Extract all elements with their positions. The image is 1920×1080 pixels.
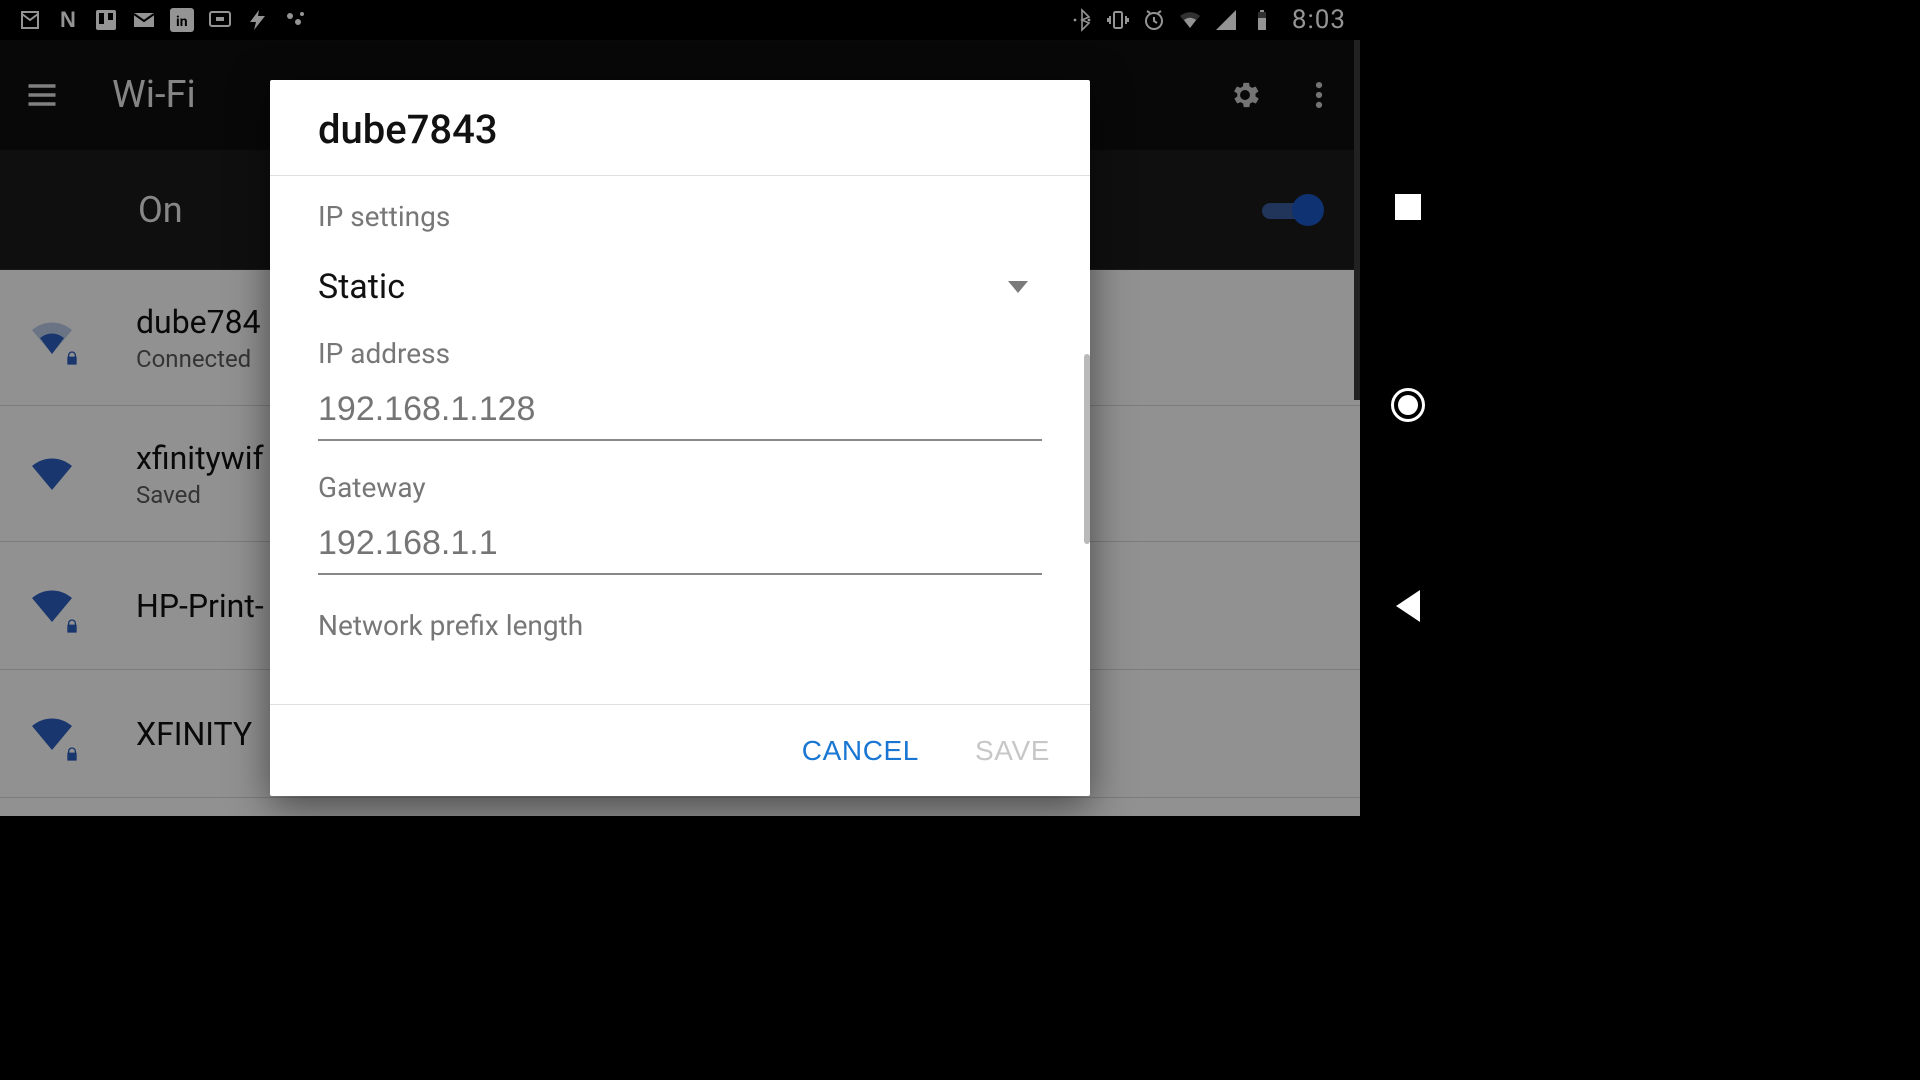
lock-icon xyxy=(64,746,80,762)
hamburger-icon[interactable] xyxy=(24,77,60,113)
dialog-body: IP settings Static IP address Gateway Ne… xyxy=(270,176,1090,704)
cancel-button[interactable]: CANCEL xyxy=(794,725,927,777)
bluetooth-icon xyxy=(1070,8,1094,32)
nav-home-button[interactable] xyxy=(1391,388,1425,422)
ip-address-input[interactable] xyxy=(318,390,1042,441)
wifi-signal-icon xyxy=(28,582,76,630)
wifi-ssid: dube784 xyxy=(136,303,261,341)
gear-icon[interactable] xyxy=(1228,78,1262,112)
nav-recents-button[interactable] xyxy=(1395,194,1421,220)
wifi-status: Connected xyxy=(136,345,261,373)
page-title: Wi-Fi xyxy=(112,73,196,117)
gmail-icon xyxy=(18,8,42,32)
phone-screen: N in 8:03 Wi-Fi On xyxy=(0,0,1360,816)
wifi-status: Saved xyxy=(136,481,264,509)
cell-signal-icon xyxy=(1214,8,1238,32)
lock-icon xyxy=(64,350,80,366)
ip-settings-select[interactable]: Static xyxy=(318,267,1042,307)
trello-icon xyxy=(94,8,118,32)
gateway-input[interactable] xyxy=(318,524,1042,575)
flash-icon xyxy=(246,8,270,32)
wifi-ssid: xfinitywif xyxy=(136,439,264,477)
battery-icon xyxy=(1250,8,1274,32)
chevron-down-icon xyxy=(1008,281,1028,293)
ip-settings-label: IP settings xyxy=(318,200,1042,233)
wifi-ssid: HP-Print- xyxy=(136,587,264,625)
wifi-ssid: XFINITY xyxy=(136,715,252,753)
system-nav-bar xyxy=(1360,0,1456,816)
nav-back-button[interactable] xyxy=(1396,590,1420,622)
kebab-icon[interactable] xyxy=(1302,78,1336,112)
wifi-toggle-label: On xyxy=(138,189,183,231)
mail-icon xyxy=(132,8,156,32)
netflix-icon: N xyxy=(56,8,80,32)
status-clock: 8:03 xyxy=(1292,5,1346,35)
lock-icon xyxy=(64,618,80,634)
wifi-status-icon xyxy=(1178,8,1202,32)
ip-address-label: IP address xyxy=(318,337,1042,370)
ip-settings-value: Static xyxy=(318,267,405,307)
wifi-signal-icon xyxy=(28,450,76,498)
dialog-title: dube7843 xyxy=(270,80,1090,176)
alarm-icon xyxy=(1142,8,1166,32)
prefix-length-label: Network prefix length xyxy=(318,609,1042,642)
svg-text:in: in xyxy=(176,14,188,30)
wifi-toggle-switch[interactable] xyxy=(1262,190,1332,230)
dialog-actions: CANCEL SAVE xyxy=(270,704,1090,796)
wifi-signal-icon xyxy=(28,710,76,758)
dialog-scrollbar[interactable] xyxy=(1084,354,1090,544)
linkedin-icon: in xyxy=(170,8,194,32)
cast-icon xyxy=(208,8,232,32)
wifi-signal-icon xyxy=(28,314,76,362)
network-config-dialog: dube7843 IP settings Static IP address G… xyxy=(270,80,1090,796)
more-icon xyxy=(284,8,308,32)
save-button[interactable]: SAVE xyxy=(967,725,1058,777)
gateway-label: Gateway xyxy=(318,471,1042,504)
vibrate-icon xyxy=(1106,8,1130,32)
status-bar: N in 8:03 xyxy=(0,0,1360,40)
